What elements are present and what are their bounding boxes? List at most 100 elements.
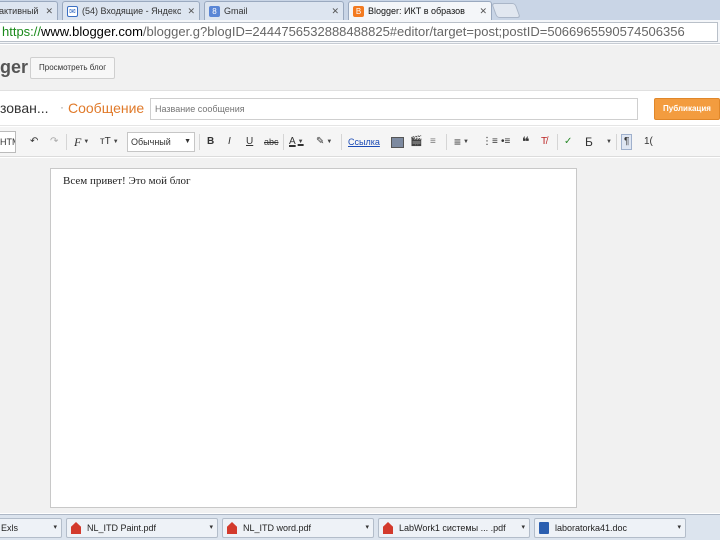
redo-icon[interactable]: ↷ <box>50 134 58 150</box>
link-button[interactable]: Ссылка <box>348 134 380 150</box>
new-tab-button[interactable] <box>491 3 521 18</box>
strikethrough-button[interactable]: abc <box>264 134 279 150</box>
chevron-down-icon[interactable]: ▾ <box>365 519 369 537</box>
chevron-down-icon[interactable]: ▾ <box>521 519 525 537</box>
font-size-icon: тТ <box>100 136 111 147</box>
tab-label: активный <box>0 6 39 16</box>
chevron-down-icon[interactable]: ▾ <box>677 519 681 537</box>
chevron-down-icon[interactable]: ▾ <box>209 519 213 537</box>
jump-break-icon: ≡ <box>430 136 436 147</box>
spellcheck-icon: ✓ <box>564 136 573 147</box>
bulleted-list-button[interactable]: •≡ <box>501 134 510 150</box>
toolbar-divider <box>446 134 447 150</box>
download-item[interactable]: Exls ▾ <box>0 518 62 538</box>
download-filename: NL_ITD Paint.pdf <box>87 523 157 533</box>
quote-button[interactable]: ❝ <box>522 134 530 150</box>
publish-button[interactable]: Публикация <box>654 98 720 120</box>
font-family-button[interactable]: F ▼ <box>74 134 89 150</box>
insert-image-button[interactable] <box>391 134 404 150</box>
editor-toolbar: HTML ↶ ↷ F▼ тТ▼ Обычный ▼ B I U abc A▼ ✎… <box>0 127 720 157</box>
toolbar-divider <box>66 134 67 150</box>
numbered-list-button[interactable]: ⋮≡ <box>482 134 498 150</box>
close-icon[interactable]: ✕ <box>187 6 195 17</box>
chevron-down-icon: ▼ <box>184 138 191 145</box>
undo-icon[interactable]: ↶ <box>30 134 38 150</box>
insert-video-button[interactable]: 🎬 <box>410 134 422 150</box>
text-color-icon: A <box>289 136 296 147</box>
html-mode-button[interactable]: HTML <box>0 131 16 153</box>
italic-button[interactable]: I <box>228 134 231 150</box>
paragraph-format-select[interactable]: Обычный ▼ <box>127 132 195 152</box>
highlight-icon: ✎ <box>316 136 325 147</box>
chevron-down-icon: ▼ <box>463 139 469 145</box>
mail-icon: ✉ <box>67 5 78 17</box>
chevron-down-icon: ▼ <box>606 139 612 145</box>
pdf-file-icon <box>227 522 237 534</box>
pdf-file-icon <box>71 522 81 534</box>
spellcheck-button[interactable]: ✓ <box>564 134 572 150</box>
url-scheme: https:// <box>2 24 42 39</box>
image-icon <box>391 136 404 148</box>
browser-tab-strip: активный ✕ ✉ (54) Входящие - Яндекс ✕ 8 … <box>0 0 720 20</box>
tab-label: Blogger: ИКТ в образов <box>368 6 465 16</box>
text-color-button[interactable]: A ▼ <box>289 134 304 150</box>
url-field[interactable]: https://www.blogger.com/blogger.g?blogID… <box>0 22 718 42</box>
post-body-editor[interactable]: Всем привет! Это мой блог <box>50 168 577 508</box>
post-body-text[interactable]: Всем привет! Это мой блог <box>63 175 191 187</box>
blog-name[interactable]: зован... <box>0 100 49 116</box>
tab-yandex-mail[interactable]: ✉ (54) Входящие - Яндекс ✕ <box>62 1 200 20</box>
toolbar-divider <box>616 134 617 150</box>
chevron-down-icon: ▼ <box>83 139 90 145</box>
chevron-down-icon[interactable]: ▾ <box>53 519 57 537</box>
language-dropdown[interactable]: ▼ <box>604 134 612 150</box>
tab-active-task[interactable]: активный ✕ <box>0 1 58 20</box>
underline-button[interactable]: U <box>246 134 253 150</box>
post-title-input[interactable] <box>150 98 638 120</box>
tab-label: (54) Входящие - Яндекс <box>82 6 182 16</box>
word-file-icon <box>539 522 549 534</box>
clear-formatting-button[interactable]: T̸ <box>541 134 547 150</box>
highlight-color-button[interactable]: ✎ ▼ <box>316 134 332 150</box>
pdf-file-icon <box>383 522 393 534</box>
rtl-icon: 1( <box>644 136 653 147</box>
download-filename: NL_ITD word.pdf <box>243 523 312 533</box>
tab-blogger[interactable]: B Blogger: ИКТ в образов ✕ <box>348 1 492 20</box>
format-value: Обычный <box>131 137 171 147</box>
download-item[interactable]: laboratorka41.doc ▾ <box>534 518 686 538</box>
bold-button[interactable]: B <box>207 134 214 150</box>
jump-break-button[interactable]: ≡ <box>430 134 436 150</box>
close-icon[interactable]: ✕ <box>45 6 53 17</box>
numbered-list-icon: ⋮≡ <box>482 136 498 147</box>
rtl-direction-button[interactable]: 1( <box>644 134 653 150</box>
download-filename: Exls <box>1 523 19 533</box>
view-blog-button[interactable]: Просмотреть блог <box>30 57 116 79</box>
download-item[interactable]: LabWork1 системы ... .pdf ▾ <box>378 518 530 538</box>
breadcrumb-separator: · <box>60 100 64 114</box>
download-item[interactable]: NL_ITD Paint.pdf ▾ <box>66 518 218 538</box>
tab-label: Gmail <box>224 6 248 16</box>
toolbar-divider <box>341 134 342 150</box>
download-item[interactable]: NL_ITD word.pdf ▾ <box>222 518 374 538</box>
blogger-logo: ger <box>0 57 29 77</box>
download-bar: Exls ▾ NL_ITD Paint.pdf ▾ NL_ITD word.pd… <box>0 514 720 540</box>
blogger-header: ger Просмотреть блог <box>0 45 720 91</box>
post-title-row: зован... · Сообщение Публикация <box>0 92 720 126</box>
language-icon: Б <box>585 135 593 149</box>
clear-format-icon: T̸ <box>541 136 548 147</box>
input-language-button[interactable]: Б <box>585 134 593 150</box>
quote-icon: ❝ <box>522 134 530 149</box>
chevron-down-icon: ▼ <box>326 139 333 145</box>
google-icon: 8 <box>209 5 220 17</box>
close-icon[interactable]: ✕ <box>331 6 339 17</box>
address-bar: https://www.blogger.com/blogger.g?blogID… <box>0 20 720 44</box>
url-host: www.blogger.com <box>41 24 143 39</box>
font-size-button[interactable]: тТ ▼ <box>100 134 119 150</box>
download-filename: laboratorka41.doc <box>555 523 628 533</box>
font-icon: F <box>74 135 82 149</box>
close-icon[interactable]: ✕ <box>479 6 487 17</box>
alignment-button[interactable]: ≡ ▼ <box>454 134 469 150</box>
post-type-label: Сообщение <box>68 100 145 116</box>
ltr-direction-button[interactable]: ¶ <box>621 134 633 150</box>
tab-gmail[interactable]: 8 Gmail ✕ <box>204 1 344 20</box>
toolbar-divider <box>199 134 200 150</box>
